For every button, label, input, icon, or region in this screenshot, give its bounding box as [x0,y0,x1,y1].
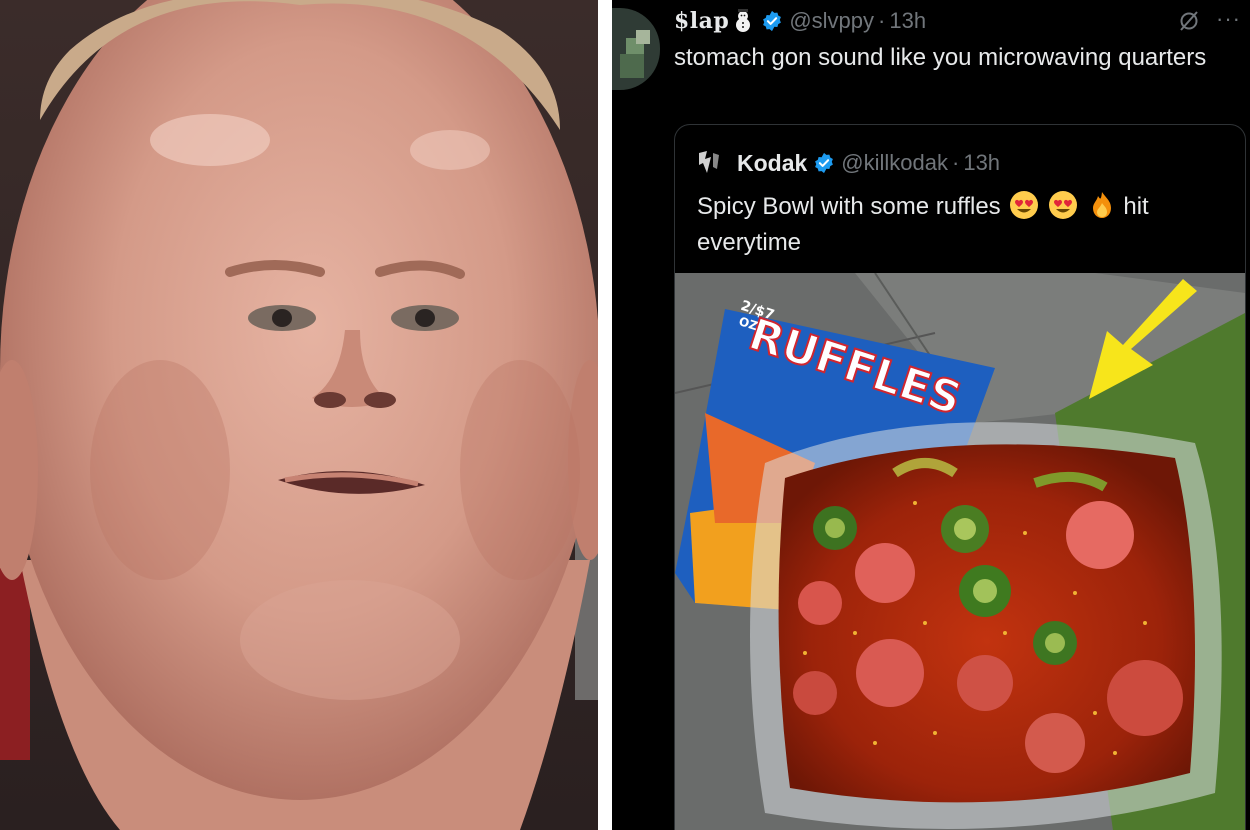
display-name[interactable]: $lap [674,8,729,34]
quote-text-main: Spicy Bowl with some ruffles [697,193,1001,220]
tweet-header: $lap @slvppy · 13h [674,6,926,36]
spicy-bowl [750,422,1222,829]
quote-avatar[interactable] [693,147,727,179]
timestamp[interactable]: 13h [889,8,926,34]
verified-badge-icon [763,10,782,32]
tweet-text: stomach gon sound like you microwaving q… [674,44,1207,71]
avatar[interactable] [612,8,660,90]
quote-text: Spicy Bowl with some ruffles hit everyti… [697,189,1237,261]
quote-timestamp[interactable]: 13h [963,150,1000,176]
grok-icon[interactable] [1178,10,1200,32]
separator: · [878,8,886,33]
tweet-panel: $lap @slvppy · 13h ··· stomach gon sound… [612,0,1250,830]
separator: · [952,150,960,175]
heart-eyes-emoji [1010,191,1039,219]
reaction-face-image [0,0,598,830]
handle[interactable]: @slvppy [789,8,874,34]
snowman-icon [736,9,751,32]
quote-header: Kodak @killkodak · 13h [693,147,1000,179]
quote-display-name[interactable]: Kodak [737,150,807,177]
spicy-bowl-photo: RUFFLES 2/$7 OZ. [675,273,1245,830]
verified-badge-icon [815,152,834,174]
reaction-photo [0,0,598,830]
heart-eyes-emoji [1049,191,1078,219]
more-icon[interactable]: ··· [1216,8,1244,32]
quoted-tweet-card[interactable]: Kodak @killkodak · 13h Spicy Bowl with s… [674,124,1246,830]
quote-handle[interactable]: @killkodak [841,150,948,176]
panel-divider [598,0,612,830]
fire-emoji [1092,192,1111,218]
quote-media-image[interactable]: RUFFLES 2/$7 OZ. [675,273,1245,830]
